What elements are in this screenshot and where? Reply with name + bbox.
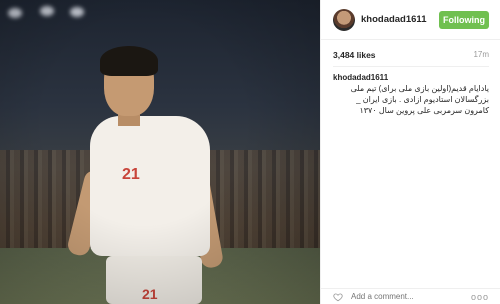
post-meta: 3,484 likes 17m (333, 50, 489, 64)
avatar[interactable] (333, 8, 355, 31)
divider (333, 66, 489, 67)
heart-icon[interactable] (333, 292, 343, 302)
comment-input[interactable] (351, 292, 451, 301)
post-photo[interactable]: 21 21 (0, 0, 320, 304)
more-options-icon[interactable]: ooo (471, 292, 489, 302)
post-sidebar: khodadad1611 Following 3,484 likes 17m k… (320, 0, 500, 304)
caption-username[interactable]: khodadad1611 (333, 73, 388, 82)
username[interactable]: khodadad1611 (361, 14, 426, 25)
likes-count[interactable]: 3,484 likes (333, 50, 376, 60)
caption: khodadad1611 یادایام قدیم(اولین بازی ملی… (333, 72, 489, 116)
following-button[interactable]: Following (439, 11, 489, 29)
comment-bar: ooo (321, 288, 500, 304)
caption-text: یادایام قدیم(اولین بازی ملی برای) تیم مل… (350, 84, 489, 115)
post-header: khodadad1611 Following (321, 0, 500, 40)
post-age[interactable]: 17m (473, 50, 489, 59)
